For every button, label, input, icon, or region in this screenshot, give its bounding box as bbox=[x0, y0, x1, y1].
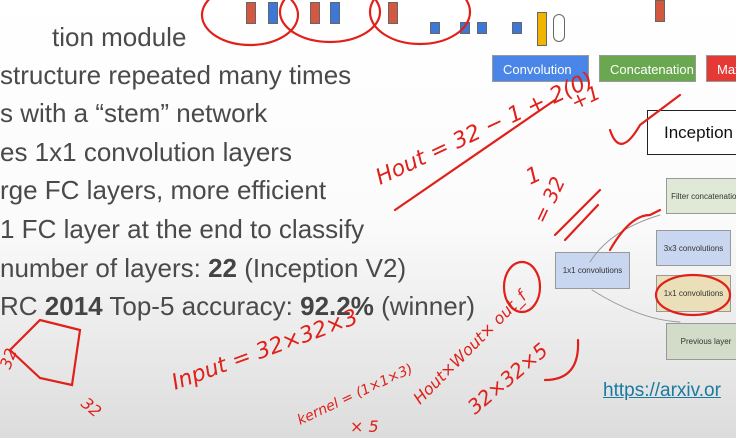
formula-top: Hout = 32 − 1 + 2(0) bbox=[372, 68, 597, 191]
side-label: 32 bbox=[0, 346, 21, 372]
side-label: 32 bbox=[77, 394, 105, 422]
output-annotation: Hout×Wout× out_f bbox=[409, 285, 532, 408]
times-5: × 5 bbox=[350, 417, 379, 436]
handwritten-annotations: Hout = 32 − 1 + 2(0) +1 1 = 32 Input = 3… bbox=[0, 0, 732, 436]
circle-mark bbox=[368, 0, 472, 46]
input-annotation: Input = 32×32×3 bbox=[169, 305, 362, 396]
circle-mark bbox=[654, 273, 732, 317]
slide: tion module structure repeated many time… bbox=[0, 0, 736, 438]
